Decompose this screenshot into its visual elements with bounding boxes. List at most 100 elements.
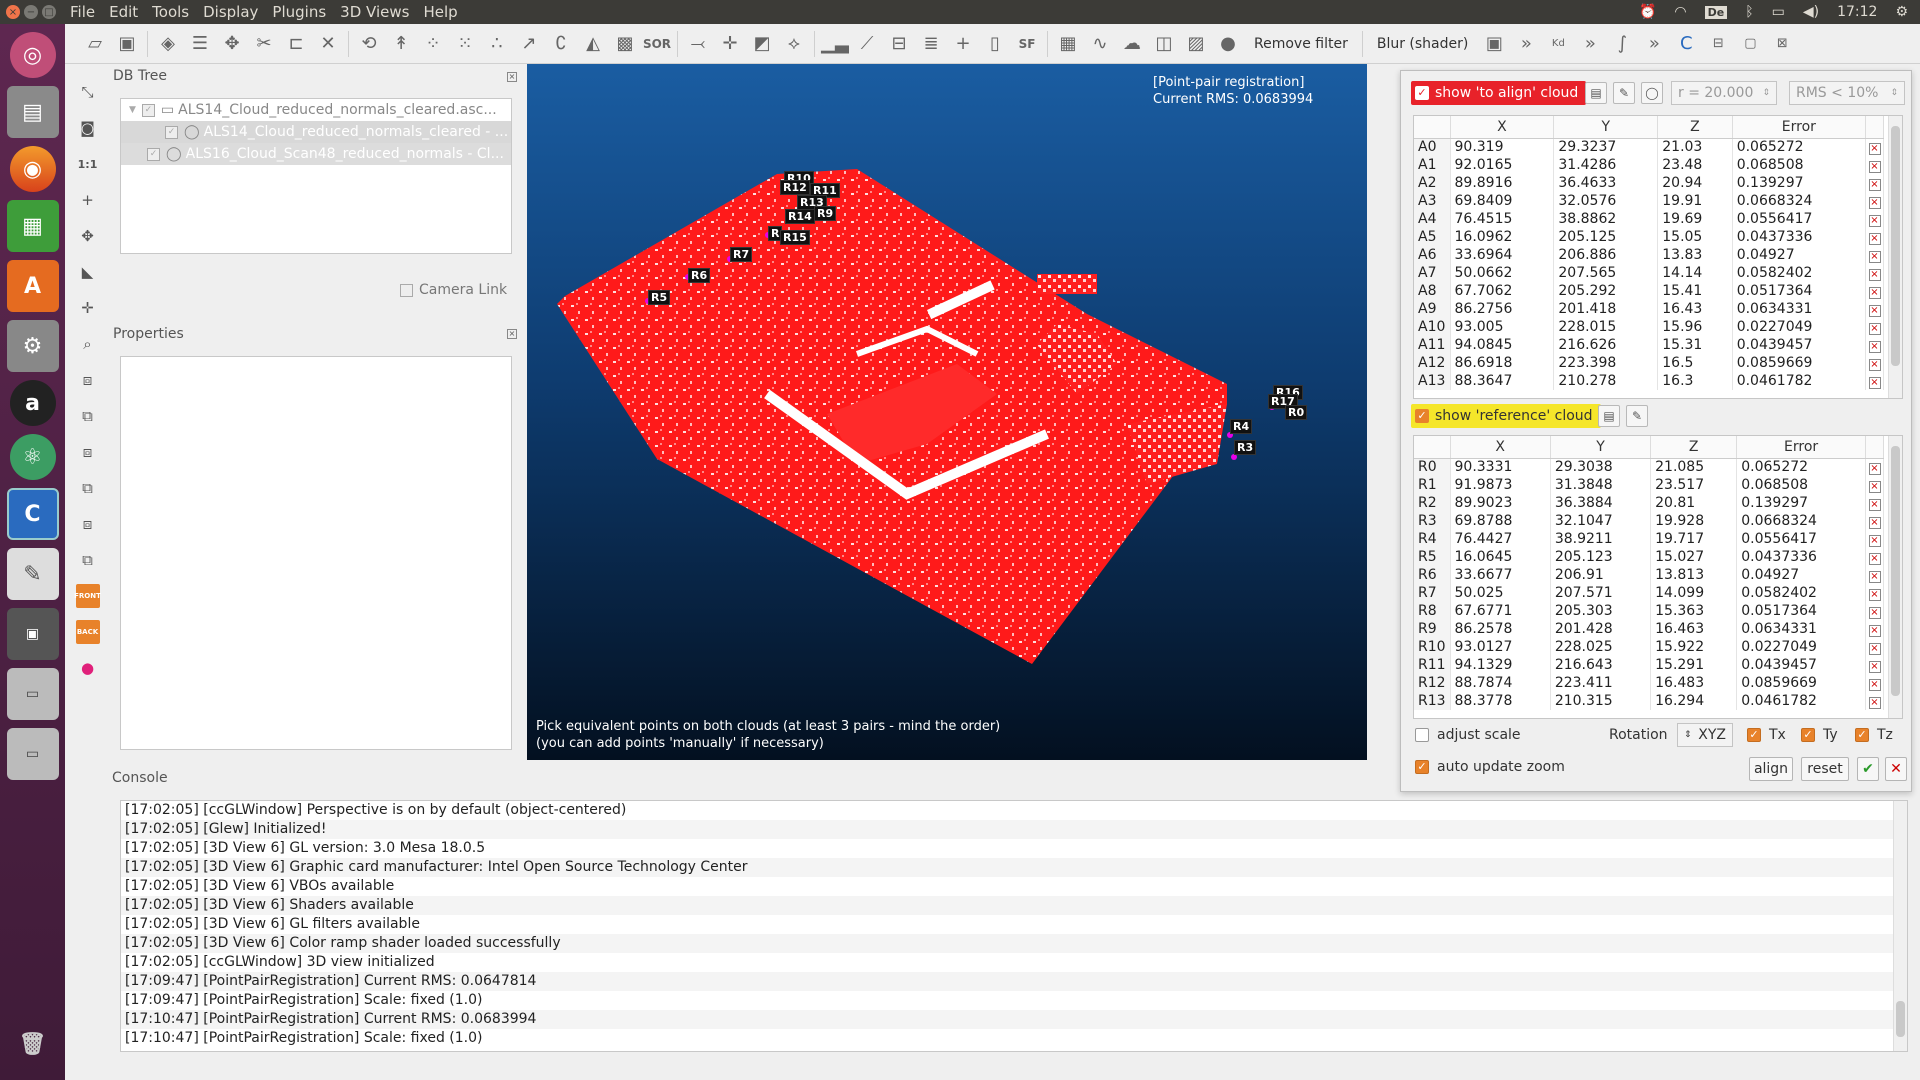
software-center-icon[interactable]: A: [6, 260, 59, 312]
zoom-1-1-icon[interactable]: 1:1: [76, 152, 100, 176]
bottom-view-icon[interactable]: ⧈: [76, 512, 100, 536]
cell-x[interactable]: 90.319: [1450, 138, 1555, 156]
cell-error[interactable]: 0.0634331: [1736, 620, 1866, 638]
move-icon[interactable]: ✛: [714, 28, 746, 60]
cell-y[interactable]: 223.411: [1550, 674, 1652, 692]
restore-view-icon[interactable]: ⊟: [1702, 28, 1734, 60]
cell-z[interactable]: 16.294: [1650, 692, 1738, 710]
cell-x[interactable]: 50.0662: [1450, 264, 1555, 282]
expand-arrow-icon[interactable]: ▼: [129, 105, 136, 115]
keyboard-layout-indicator[interactable]: De: [1704, 5, 1728, 19]
distance-icon[interactable]: ↗: [513, 28, 545, 60]
close-view-icon[interactable]: ⊠: [1766, 28, 1798, 60]
cell-z[interactable]: 14.14: [1657, 264, 1733, 282]
cell-y[interactable]: 210.278: [1553, 372, 1659, 390]
cell-error[interactable]: 0.0859669: [1732, 354, 1867, 372]
table-row[interactable]: R6 33.6677 206.91 13.813 0.04927 ×: [1414, 566, 1884, 584]
delete-point-icon[interactable]: ×: [1868, 481, 1881, 493]
column-header-y[interactable]: Y: [1553, 116, 1659, 139]
table-row[interactable]: A3 69.8409 32.0576 19.91 0.0668324 ×: [1414, 192, 1884, 210]
delete-point-icon[interactable]: ×: [1868, 571, 1881, 583]
zoom-icon[interactable]: ⌕: [76, 332, 100, 356]
cell-z[interactable]: 15.291: [1650, 656, 1738, 674]
align-table-scrollbar[interactable]: [1888, 116, 1902, 398]
delete-point-icon[interactable]: ×: [1868, 161, 1881, 173]
cell-error[interactable]: 0.0556417: [1736, 530, 1866, 548]
cell-error[interactable]: 0.0582402: [1732, 264, 1867, 282]
segment-icon[interactable]: ✂: [248, 28, 280, 60]
filter-icon[interactable]: ⊟: [883, 28, 915, 60]
ssao-icon[interactable]: ▨: [1180, 28, 1212, 60]
cell-x[interactable]: 94.0845: [1450, 336, 1555, 354]
reset-button[interactable]: reset: [1801, 757, 1849, 781]
tree-checkbox[interactable]: ✓: [165, 125, 178, 139]
cell-z[interactable]: 13.813: [1650, 566, 1738, 584]
table-row[interactable]: A5 16.0962 205.125 15.05 0.0437336 ×: [1414, 228, 1884, 246]
adjust-scale-checkbox[interactable]: [1415, 728, 1429, 742]
console-scrollbar[interactable]: [1893, 801, 1907, 1051]
rotation-select[interactable]: ⇕ XYZ: [1677, 723, 1733, 747]
pick-icon[interactable]: ⤙: [682, 28, 714, 60]
open-icon[interactable]: ▱: [79, 28, 111, 60]
delete-point-icon[interactable]: ×: [1868, 179, 1881, 191]
cell-x[interactable]: 67.6771: [1450, 602, 1551, 620]
text-editor-icon[interactable]: ✎: [6, 548, 59, 600]
more-chevron-icon-2[interactable]: »: [1574, 28, 1606, 60]
cell-error[interactable]: 0.065272: [1736, 458, 1866, 476]
cell-x[interactable]: 76.4427: [1450, 530, 1551, 548]
cell-y[interactable]: 206.886: [1553, 246, 1659, 264]
tree-checkbox[interactable]: ✓: [141, 103, 155, 117]
wave-icon[interactable]: ∿: [1084, 28, 1116, 60]
pivot-icon[interactable]: ✛: [76, 296, 100, 320]
workspace-switcher-icon[interactable]: ▣: [6, 608, 59, 660]
column-header-error[interactable]: Error: [1732, 116, 1867, 139]
cell-z[interactable]: 15.05: [1657, 228, 1733, 246]
sf-icon[interactable]: SF: [1011, 28, 1043, 60]
delete-point-icon[interactable]: ×: [1868, 661, 1881, 673]
cell-x[interactable]: 69.8788: [1450, 512, 1551, 530]
camera-icon[interactable]: ◙: [76, 116, 100, 140]
cell-y[interactable]: 29.3237: [1553, 138, 1659, 156]
cell-y[interactable]: 210.315: [1550, 692, 1652, 710]
ty-checkbox[interactable]: ✓: [1801, 728, 1815, 742]
show-reference-cloud-toggle[interactable]: ✓ show 'reference' cloud: [1411, 404, 1601, 428]
delete-point-icon[interactable]: ×: [1868, 215, 1881, 227]
reference-cloud-color-icon[interactable]: ▤: [1598, 405, 1620, 427]
battery-icon[interactable]: ▭: [1772, 4, 1785, 20]
drive-icon-1[interactable]: ▭: [6, 668, 59, 720]
delete-point-icon[interactable]: ×: [1868, 269, 1881, 281]
cell-error[interactable]: 0.0437336: [1736, 548, 1866, 566]
delete-point-icon[interactable]: ×: [1868, 197, 1881, 209]
system-settings-icon[interactable]: ⚙: [6, 320, 59, 372]
cell-x[interactable]: 16.0645: [1450, 548, 1551, 566]
clock[interactable]: 17:12: [1837, 4, 1877, 20]
close-window-button[interactable]: ×: [6, 5, 20, 19]
cell-y[interactable]: 36.3884: [1550, 494, 1652, 512]
delete-point-icon[interactable]: ×: [1868, 553, 1881, 565]
cell-z[interactable]: 23.48: [1657, 156, 1733, 174]
sphere-icon[interactable]: ●: [1212, 28, 1244, 60]
auto-update-zoom-option[interactable]: ✓ auto update zoom: [1415, 759, 1565, 775]
blur-shader-button[interactable]: Blur (shader): [1367, 36, 1479, 52]
cell-y[interactable]: 228.015: [1553, 318, 1659, 336]
cell-x[interactable]: 33.6964: [1450, 246, 1555, 264]
cell-x[interactable]: 89.9023: [1450, 494, 1551, 512]
radius-spinbox[interactable]: r = 20.000 ⇕: [1671, 81, 1777, 105]
delete-point-icon[interactable]: ×: [1868, 499, 1881, 511]
cell-z[interactable]: 20.81: [1650, 494, 1738, 512]
cell-x[interactable]: 86.6918: [1450, 354, 1555, 372]
cell-x[interactable]: 69.8409: [1450, 192, 1555, 210]
cell-y[interactable]: 228.025: [1550, 638, 1652, 656]
tz-checkbox[interactable]: ✓: [1855, 728, 1869, 742]
table-row[interactable]: A4 76.4515 38.8862 19.69 0.0556417 ×: [1414, 210, 1884, 228]
delete-point-icon[interactable]: ×: [1868, 535, 1881, 547]
cell-error[interactable]: 0.0461782: [1732, 372, 1867, 390]
cell-z[interactable]: 15.922: [1650, 638, 1738, 656]
edit-align-points-icon[interactable]: ✎: [1613, 82, 1635, 104]
table-row[interactable]: R3 69.8788 32.1047 19.928 0.0668324 ×: [1414, 512, 1884, 530]
cell-x[interactable]: 33.6677: [1450, 566, 1551, 584]
table-row[interactable]: R9 86.2578 201.428 16.463 0.0634331 ×: [1414, 620, 1884, 638]
flickr-icon[interactable]: ●: [76, 656, 100, 680]
mesh-icon[interactable]: ◭: [577, 28, 609, 60]
delete-point-icon[interactable]: ×: [1868, 287, 1881, 299]
